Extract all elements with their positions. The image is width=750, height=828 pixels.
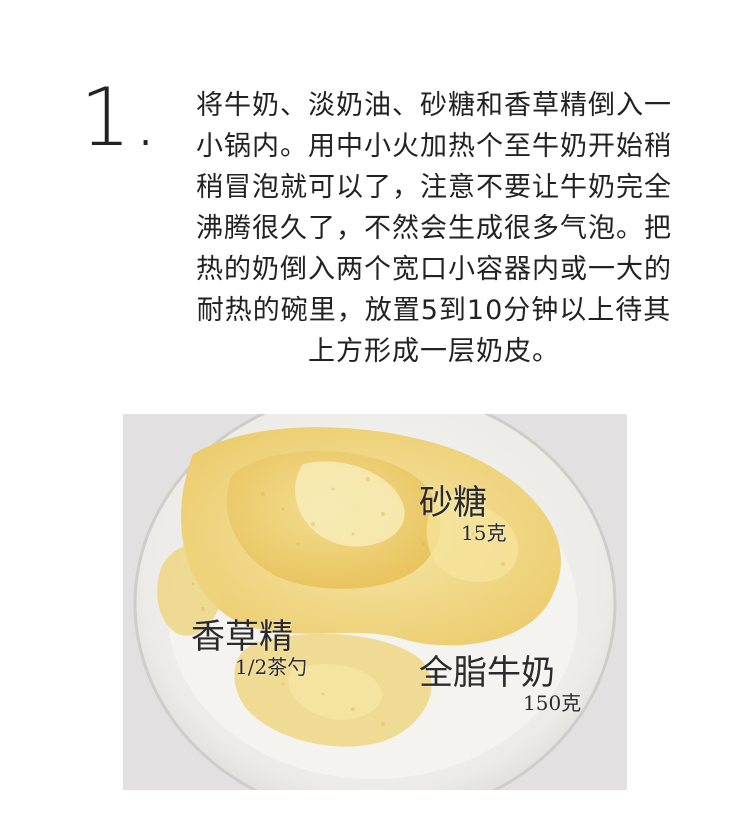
- label-milk-name: 全脂牛奶: [419, 653, 555, 693]
- label-vanilla-name: 香草精: [191, 617, 293, 657]
- ingredients-photo: 砂糖 15克 香草精 1/2茶勺 全脂牛奶 150克: [123, 414, 627, 790]
- label-vanilla-amount: 1/2茶勺: [235, 655, 308, 679]
- step-instructions: 将牛奶、淡奶油、砂糖和香草精倒入一小锅内。用中小火加热个至牛奶开始稍稍冒泡就可以…: [196, 90, 672, 367]
- label-milk: 全脂牛奶 150克: [419, 654, 581, 714]
- label-milk-amount: 150克: [523, 691, 582, 715]
- label-sugar-name: 砂糖: [419, 483, 487, 523]
- label-sugar: 砂糖 15克: [419, 484, 506, 544]
- bowl-illustration: [123, 414, 627, 790]
- label-vanilla: 香草精 1/2茶勺: [191, 618, 307, 678]
- label-sugar-amount: 15克: [461, 521, 507, 545]
- step-number: 1.: [80, 71, 161, 164]
